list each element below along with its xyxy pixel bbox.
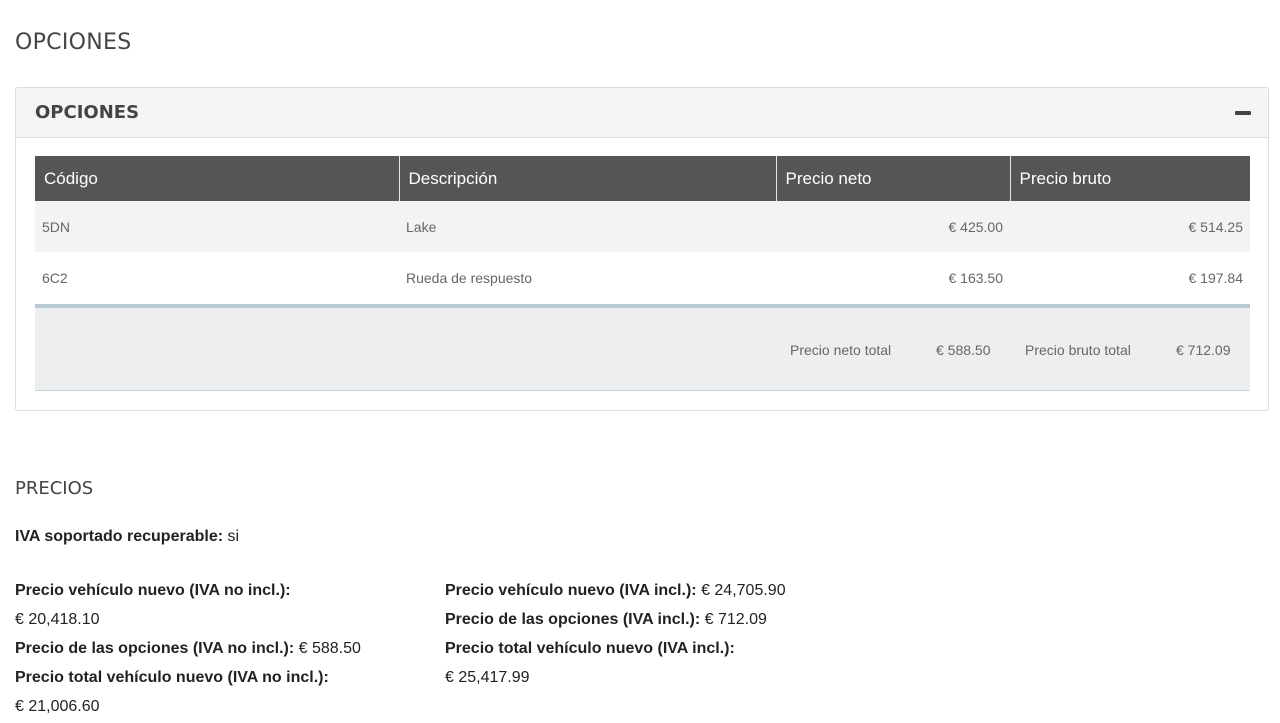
price-item: Precio vehículo nuevo (IVA no incl.): — [15, 576, 415, 605]
cell-gross-price: € 514.25 — [1010, 201, 1250, 252]
gross-total-value: € 712.09 — [1176, 342, 1231, 358]
price-label: Precio de las opciones (IVA no incl.): — [15, 640, 295, 657]
price-item: Precio total vehículo nuevo (IVA no incl… — [15, 663, 415, 692]
column-header-gross-price[interactable]: Precio bruto — [1009, 156, 1250, 201]
page-title: OPCIONES — [15, 30, 132, 55]
price-label: Precio de las opciones (IVA incl.): — [445, 611, 701, 628]
price-label: Precio vehículo nuevo (IVA no incl.): — [15, 582, 291, 599]
price-label: Precio total vehículo nuevo (IVA no incl… — [15, 669, 329, 686]
precios-title: PRECIOS — [15, 478, 94, 499]
gross-total-label: Precio bruto total — [1025, 342, 1131, 358]
price-value: € 588.50 — [298, 640, 361, 657]
column-header-description[interactable]: Descripción — [398, 156, 776, 201]
price-value: € 20,418.10 — [15, 611, 100, 628]
table-row: 5DN Lake € 425.00 € 514.25 — [35, 201, 1250, 252]
options-table: Código Descripción Precio neto Precio br… — [35, 156, 1250, 303]
price-item: Precio de las opciones (IVA no incl.): €… — [15, 634, 415, 663]
table-row: 6C2 Rueda de respuesto € 163.50 € 197.84 — [35, 252, 1250, 303]
iva-recoverable: IVA soportado recuperable: si — [15, 522, 239, 551]
price-label: Precio vehículo nuevo (IVA incl.): — [445, 582, 697, 599]
panel-header: OPCIONES — [16, 88, 1268, 138]
iva-label: IVA soportado recuperable: — [15, 528, 224, 545]
cell-gross-price: € 197.84 — [1010, 252, 1250, 303]
price-value: € 25,417.99 — [445, 669, 530, 686]
price-label: Precio total vehículo nuevo (IVA incl.): — [445, 640, 735, 657]
iva-value: si — [227, 528, 240, 545]
table-header-row: Código Descripción Precio neto Precio br… — [35, 156, 1250, 201]
cell-code: 5DN — [35, 201, 399, 252]
panel-title: OPCIONES — [35, 102, 140, 123]
cell-description: Rueda de respuesto — [399, 252, 776, 303]
price-item: Precio de las opciones (IVA incl.): € 71… — [445, 605, 865, 634]
price-value: € 24,705.90 — [701, 582, 786, 599]
column-header-code[interactable]: Código — [35, 156, 399, 201]
column-header-net-price[interactable]: Precio neto — [775, 156, 1010, 201]
price-value: € 712.09 — [704, 611, 767, 628]
options-panel: OPCIONES Código Descripción Precio neto … — [15, 87, 1269, 411]
cell-net-price: € 425.00 — [776, 201, 1010, 252]
price-item: Precio vehículo nuevo (IVA incl.): € 24,… — [445, 576, 865, 605]
totals-row: Precio neto total € 588.50 Precio bruto … — [35, 304, 1250, 391]
net-total-value: € 588.50 — [936, 342, 991, 358]
prices-left-column: Precio vehículo nuevo (IVA no incl.): € … — [15, 576, 415, 721]
cell-description: Lake — [399, 201, 776, 252]
cell-net-price: € 163.50 — [776, 252, 1010, 303]
cell-code: 6C2 — [35, 252, 399, 303]
price-value: € 21,006.60 — [15, 698, 100, 715]
collapse-button[interactable] — [1233, 103, 1253, 123]
price-item: Precio total vehículo nuevo (IVA incl.): — [445, 634, 865, 663]
prices-right-column: Precio vehículo nuevo (IVA incl.): € 24,… — [445, 576, 865, 692]
minus-icon — [1235, 110, 1251, 115]
net-total-label: Precio neto total — [790, 342, 892, 358]
